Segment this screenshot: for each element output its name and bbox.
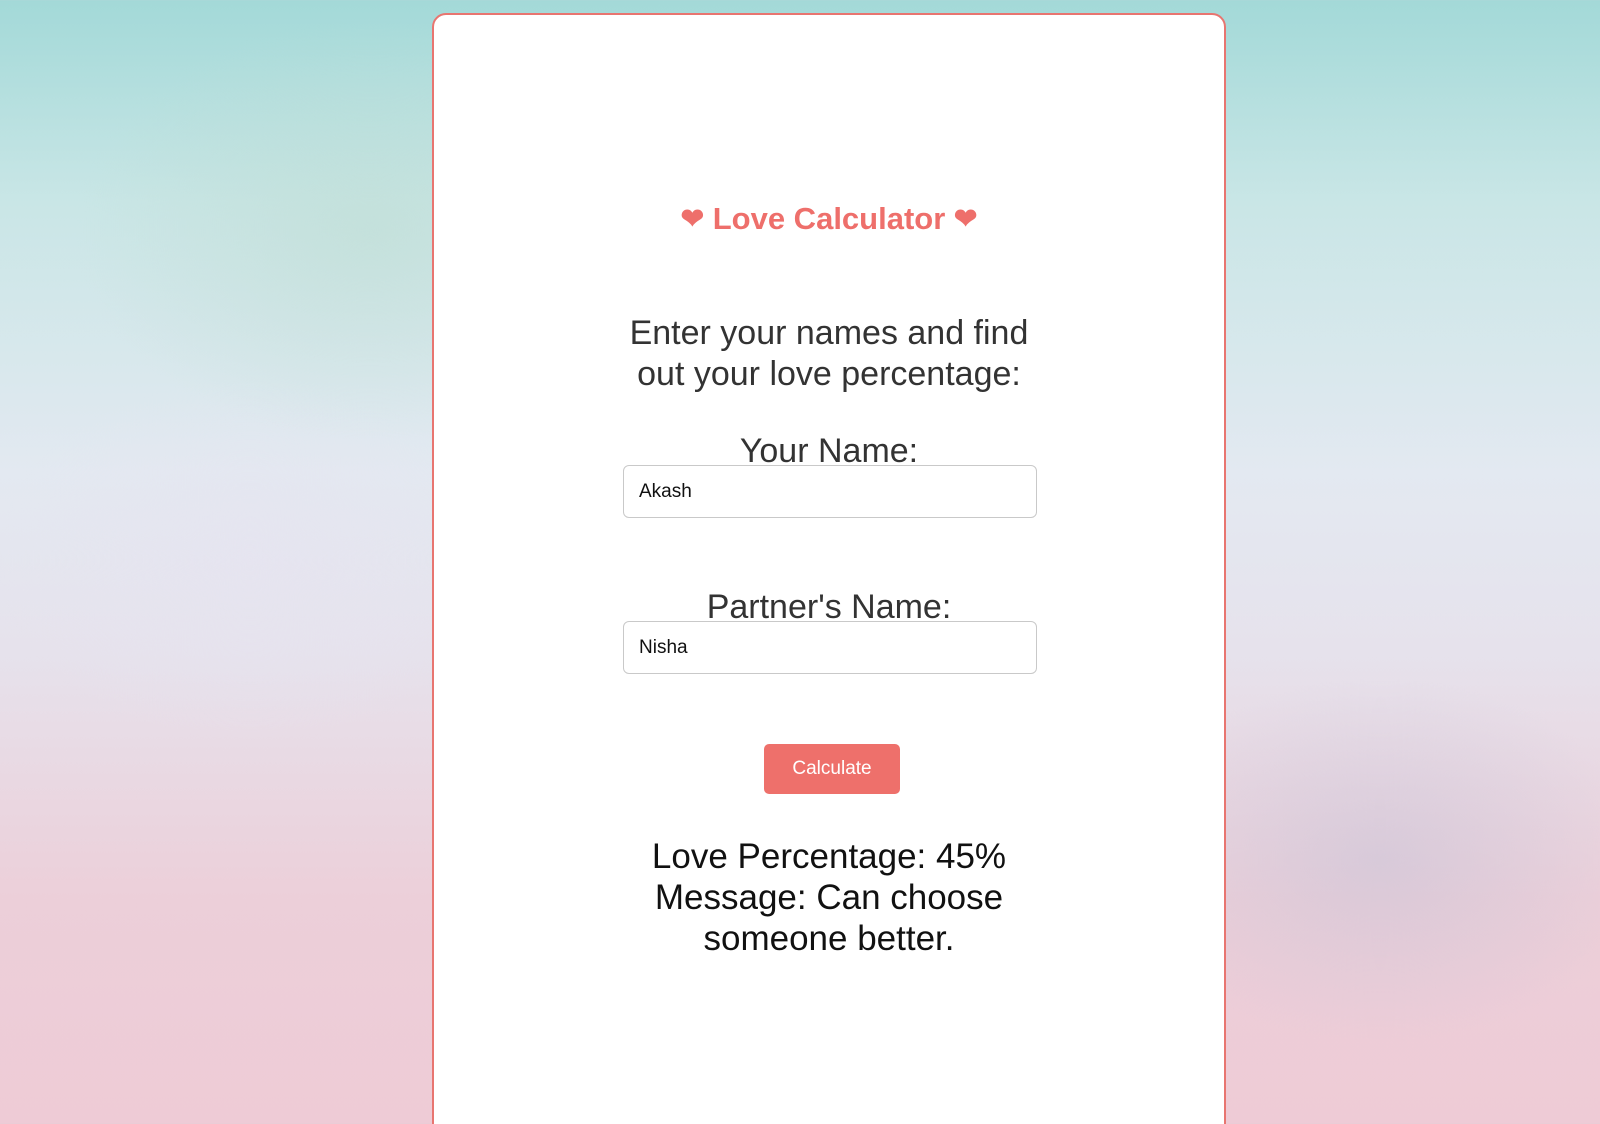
intro-text: Enter your names and find out your love … [629, 314, 1029, 393]
heart-icon: ❤ [680, 203, 705, 234]
page-title: ❤ Love Calculator ❤ [434, 199, 1224, 239]
calculate-button[interactable]: Calculate [764, 744, 900, 794]
partner-name-input[interactable] [623, 621, 1037, 674]
love-percentage-text: Love Percentage: 45% [651, 837, 1007, 876]
title-text: Love Calculator [712, 201, 946, 236]
result-output: Love Percentage: 45% Message: Can choose… [639, 836, 1019, 959]
your-name-input[interactable] [623, 465, 1037, 518]
result-message-text: Message: Can choose someone better. [654, 878, 1004, 958]
love-calculator-card: ❤ Love Calculator ❤ Enter your names and… [432, 13, 1226, 1124]
heart-icon: ❤ [953, 203, 978, 234]
